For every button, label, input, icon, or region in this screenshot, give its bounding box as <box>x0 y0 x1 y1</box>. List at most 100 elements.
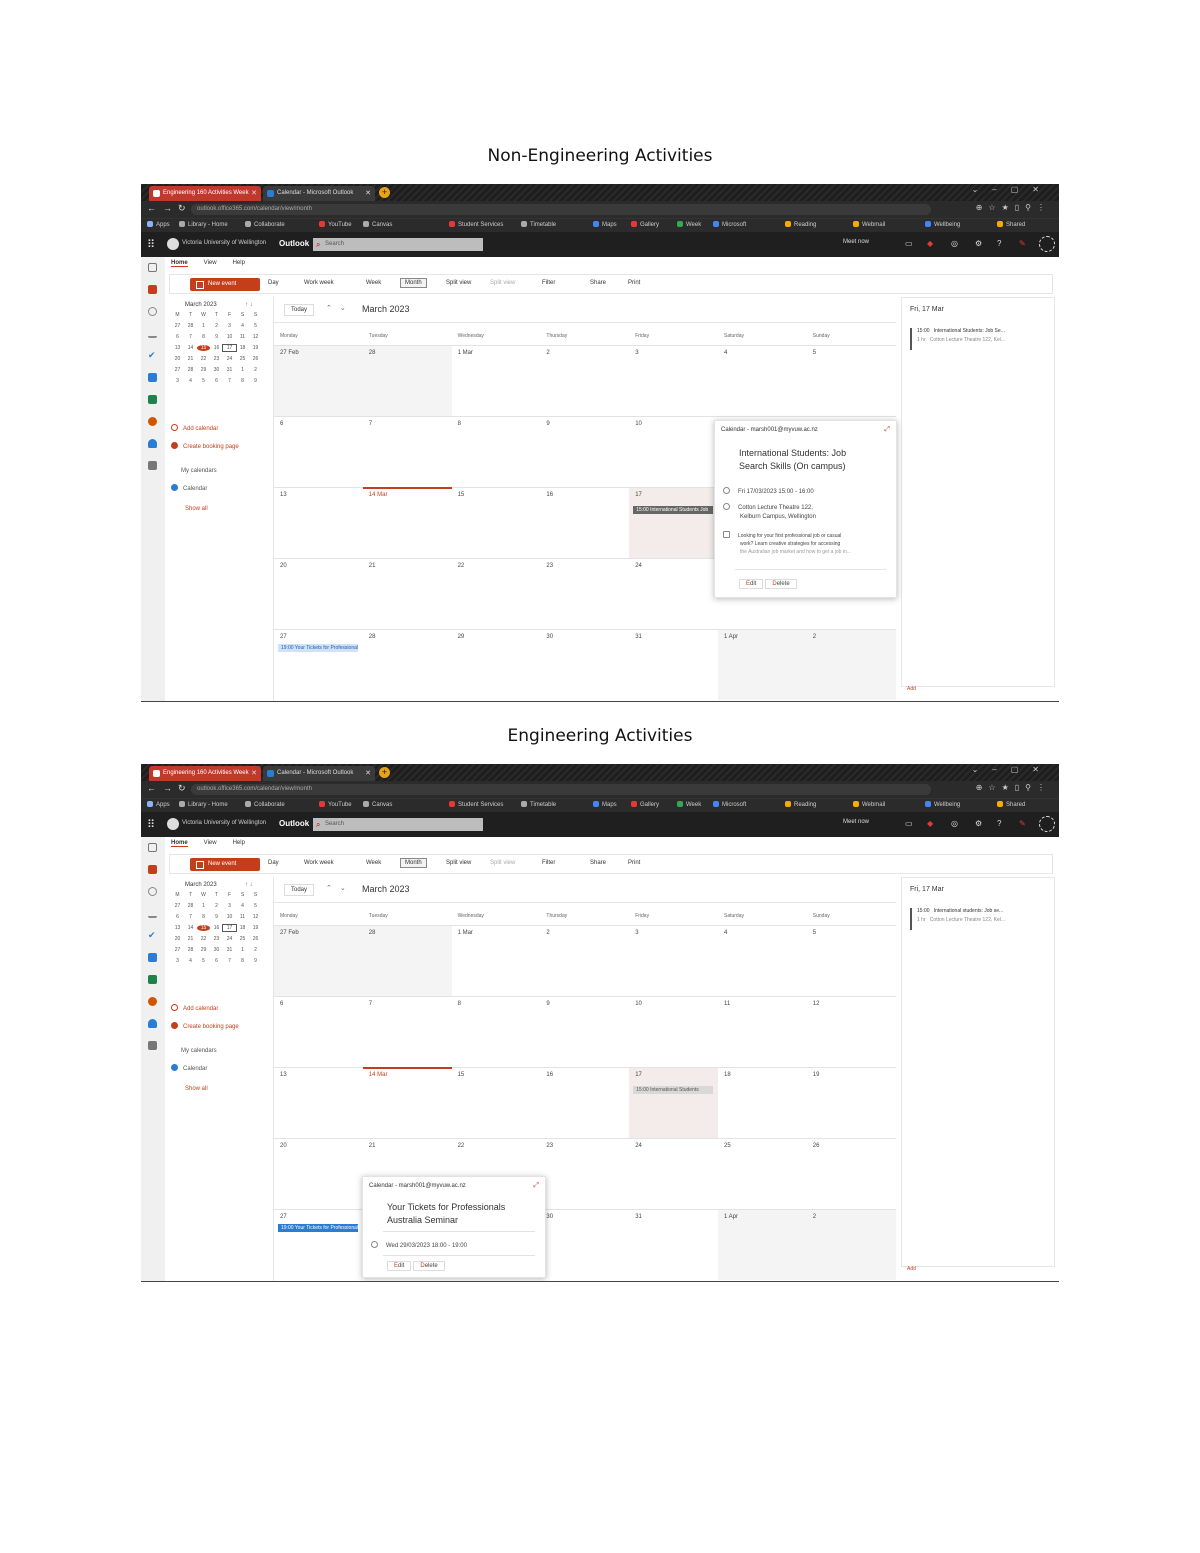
event-chip[interactable]: 19:00 Your Tickets for Professionals <box>278 644 358 652</box>
mini-day[interactable]: 15 <box>197 925 210 931</box>
delete-button[interactable]: Delete <box>765 579 797 589</box>
search-input[interactable]: Search <box>313 238 483 251</box>
day-cell[interactable]: 27 Feb <box>274 925 363 996</box>
tab-home[interactable]: Home <box>171 840 188 847</box>
mini-day[interactable]: 9 <box>210 334 223 340</box>
mini-day[interactable]: 1 <box>197 323 210 329</box>
new-event-button[interactable]: New event <box>190 278 260 291</box>
app-launcher-icon[interactable]: ⠿ <box>147 238 155 251</box>
people-icon[interactable] <box>148 887 157 896</box>
day-cell[interactable]: 4 <box>717 345 807 416</box>
mini-day[interactable]: 28 <box>184 367 197 373</box>
outlook-brand[interactable]: Outlook <box>279 819 309 828</box>
new-event-button[interactable]: New event <box>190 858 260 871</box>
show-all-link[interactable]: Show all <box>185 1086 208 1092</box>
calendar-toggle[interactable]: Calendar <box>171 484 207 492</box>
day-cell[interactable]: 27 Feb <box>274 345 363 416</box>
day-cell[interactable]: 1 Mar <box>451 925 541 996</box>
day-cell[interactable]: 8 <box>451 996 541 1067</box>
mini-day[interactable]: 3 <box>171 958 184 964</box>
mini-day[interactable]: 7 <box>184 334 197 340</box>
notifications-icon[interactable]: ◎ <box>951 239 958 248</box>
day-cell[interactable]: 16 <box>540 1067 630 1138</box>
close-icon[interactable]: ✕ <box>365 766 371 781</box>
share-button[interactable]: Share <box>590 860 606 866</box>
new-tab-button[interactable]: + <box>379 187 390 198</box>
day-cell[interactable]: 3 <box>629 345 718 416</box>
bookmark-item[interactable]: Canvas <box>363 221 392 228</box>
mini-day[interactable]: 14 <box>184 345 197 351</box>
day-cell[interactable]: 28 <box>362 345 452 416</box>
bookmark-item[interactable]: Microsoft <box>713 221 746 228</box>
bookmark-item[interactable]: Wellbeing <box>925 221 960 228</box>
split-view-secondary[interactable]: Split view <box>490 280 515 286</box>
bookmark-item[interactable]: Student Services <box>449 221 503 228</box>
calendar-icon[interactable] <box>148 285 157 294</box>
mail-icon[interactable] <box>148 953 157 962</box>
day-cell[interactable]: 7 <box>362 996 452 1067</box>
powerpoint-icon[interactable] <box>148 997 157 1006</box>
mini-day[interactable]: 7 <box>184 914 197 920</box>
day-cell[interactable]: 6 <box>274 996 363 1067</box>
forward-arrow-icon[interactable]: → <box>163 203 172 213</box>
day-cell[interactable]: 29 <box>451 629 541 700</box>
teams-icon[interactable]: ▭ <box>905 819 913 828</box>
print-button[interactable]: Print <box>628 860 640 866</box>
bookmark-item[interactable]: Canvas <box>363 801 392 808</box>
print-button[interactable]: Print <box>628 280 640 286</box>
day-cell[interactable]: 11 <box>717 996 807 1067</box>
day-cell[interactable]: 23 <box>540 558 630 629</box>
mini-day[interactable]: 12 <box>249 914 262 920</box>
day-cell[interactable]: 21 <box>362 558 452 629</box>
mini-day[interactable]: 19 <box>249 925 262 931</box>
mini-day[interactable]: 18 <box>236 925 249 931</box>
mini-day[interactable]: 4 <box>236 903 249 909</box>
today-button[interactable]: Today <box>284 304 314 316</box>
day-cell[interactable]: 2 <box>540 925 630 996</box>
day-cell[interactable]: 8 <box>451 416 541 487</box>
teams-icon[interactable]: ▭ <box>905 239 913 248</box>
day-cell[interactable]: 18 <box>717 1067 807 1138</box>
day-cell[interactable]: 19 <box>806 1067 896 1138</box>
bookmark-item[interactable]: Microsoft <box>713 801 746 808</box>
month-title[interactable]: March 2023 <box>362 884 410 894</box>
day-cell[interactable]: 28 <box>362 629 452 700</box>
expand-icon[interactable] <box>148 843 157 852</box>
filter-button[interactable]: Filter <box>542 860 555 866</box>
day-cell[interactable]: 15 <box>451 1067 541 1138</box>
work-week-view-button[interactable]: Work week <box>304 860 334 866</box>
split-view-button[interactable]: Split view <box>446 860 471 866</box>
expand-icon[interactable]: ⤢ <box>884 426 890 434</box>
tab-help[interactable]: Help <box>233 260 245 266</box>
excel-icon[interactable] <box>148 975 157 984</box>
expand-icon[interactable]: ⤢ <box>533 1182 539 1190</box>
outlook-brand[interactable]: Outlook <box>279 239 309 248</box>
mini-day[interactable]: 1 <box>197 903 210 909</box>
create-booking-link[interactable]: Create booking page <box>171 442 239 450</box>
mini-day[interactable]: 25 <box>236 356 249 362</box>
reload-icon[interactable]: ↻ <box>178 203 186 214</box>
add-calendar-link[interactable]: Add calendar <box>171 424 218 432</box>
create-booking-link[interactable]: Create booking page <box>171 1022 239 1030</box>
mini-day[interactable]: 6 <box>171 334 184 340</box>
app-launcher-icon[interactable]: ⠿ <box>147 818 155 831</box>
mini-day[interactable]: 8 <box>197 914 210 920</box>
mini-day[interactable]: 28 <box>184 903 197 909</box>
reload-icon[interactable]: ↻ <box>178 783 186 794</box>
files-icon[interactable] <box>148 329 157 338</box>
notifications-icon[interactable]: ◎ <box>951 819 958 828</box>
bookmark-item[interactable]: Wellbeing <box>925 801 960 808</box>
today-button[interactable]: Today <box>284 884 314 896</box>
month-view-button[interactable]: Month <box>400 278 427 288</box>
browser-tab[interactable]: Calendar - Microsoft Outlook ✕ <box>263 766 375 781</box>
bookmark-item[interactable]: Reading <box>785 801 816 808</box>
files-icon[interactable] <box>148 909 157 918</box>
day-cell[interactable]: 28 <box>362 925 452 996</box>
day-cell[interactable]: 14 Mar <box>362 1067 452 1138</box>
meet-now-button[interactable]: Meet now <box>843 239 869 245</box>
bookmark-item[interactable]: Shared <box>997 801 1025 808</box>
mini-day[interactable]: 5 <box>249 323 262 329</box>
day-cell[interactable]: 5 <box>806 925 896 996</box>
mini-day[interactable]: 2 <box>249 367 262 373</box>
mini-day[interactable]: 5 <box>249 903 262 909</box>
